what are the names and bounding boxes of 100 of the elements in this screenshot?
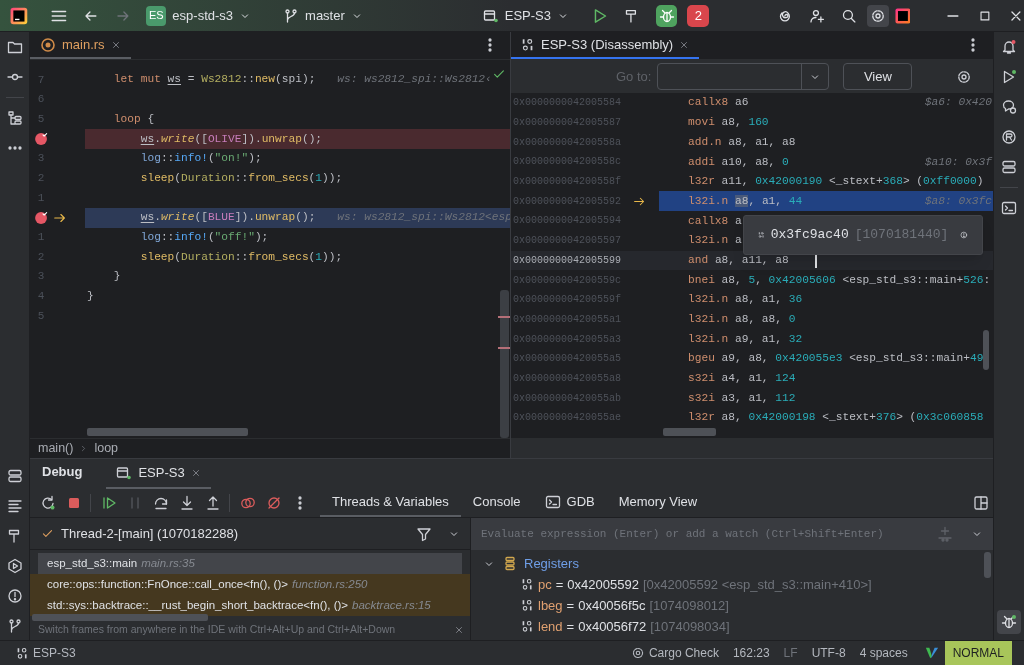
breadcrumb[interactable]: main() xyxy=(38,439,74,458)
disassembly-row[interactable]: 0x000000004200559c bnei a8, 5, 0x42005606 <esp_std_s3::main+526: xyxy=(511,270,993,290)
tree-node[interactable]: Registers xyxy=(524,553,579,574)
stack-frame[interactable]: esp_std_s3::main main.rs:35 xyxy=(38,553,462,574)
run-icon[interactable] xyxy=(6,558,23,574)
breakpoint-icon[interactable] xyxy=(33,210,49,226)
binary-icon xyxy=(521,620,534,633)
debug-window-button[interactable] xyxy=(997,610,1021,634)
logo-icon xyxy=(924,646,939,660)
tab[interactable]: Console xyxy=(460,489,533,517)
instruction: l32i.n a8, a1, 44 xyxy=(688,193,803,209)
disassembly-row[interactable]: 0x00000000420055a3 l32i.n a9, a1, 32 xyxy=(511,329,993,349)
status-item[interactable]: 4 spaces xyxy=(852,644,915,662)
list-icon[interactable] xyxy=(6,498,23,514)
disassembly-row[interactable]: 0x000000004200558c addi a10, a8, 0 $a10: 0x3f xyxy=(511,152,993,172)
search-icon[interactable] xyxy=(840,7,857,24)
breakpoints-icon[interactable] xyxy=(240,495,256,511)
project-name: esp-std-s3 xyxy=(172,6,234,25)
status-item[interactable]: UTF-8 xyxy=(804,644,853,662)
settings-button[interactable] xyxy=(866,4,889,27)
settings-icon[interactable] xyxy=(956,68,973,85)
add-user-icon[interactable] xyxy=(809,7,825,24)
stack-frame[interactable]: std::sys::backtrace::__rust_begin_short_backtrace<fn(), ()> backtrace.rs:15 xyxy=(30,595,470,616)
circle-r-icon[interactable] xyxy=(1001,129,1017,145)
instruction: l32r a8, 0x42000198 <_stext+376> (0x3c060858 xyxy=(688,410,984,426)
variable-value[interactable]: lend = 0x40056f72 [1074098034] xyxy=(538,616,730,637)
disassembly-row[interactable]: 0x000000004200558f l32r a11, 0x42000190 <_stext+368> (0xff0000) xyxy=(511,171,993,192)
variable-value[interactable]: lbeg = 0x40056f5c [1074098012] xyxy=(538,595,729,616)
editor-tab[interactable]: main.rs xyxy=(30,32,131,59)
scrollbar-thumb[interactable] xyxy=(983,330,989,370)
run-configuration-selector[interactable]: ESP-S3 xyxy=(482,2,570,29)
instruction: callx8 a6 xyxy=(688,95,749,111)
bug-icon xyxy=(658,7,675,24)
step-over-icon[interactable] xyxy=(153,495,169,511)
disassembly-row[interactable]: 0x00000000420055a8 s32i a4, a1, 124 xyxy=(511,368,993,389)
step-into-icon[interactable] xyxy=(179,495,195,511)
run-icon[interactable] xyxy=(1001,69,1017,85)
scrollbar-thumb[interactable] xyxy=(32,614,208,621)
instruction: callx8 a xyxy=(688,213,742,229)
filter-icon[interactable] xyxy=(416,525,432,542)
tab[interactable]: Memory View xyxy=(606,489,710,517)
app-logo-icon[interactable] xyxy=(10,6,28,25)
selected-row[interactable]: l32i.n a8, a1, 44 $a8: 0x3fc xyxy=(659,191,993,212)
disassembly-row[interactable]: 0x000000004200558a add.n a8, a1, a8 xyxy=(511,132,993,153)
session-count-badge[interactable]: 2 xyxy=(687,4,710,27)
scrollbar-thumb[interactable] xyxy=(984,552,991,578)
branch-selector[interactable]: master xyxy=(283,2,363,29)
disassembly-row[interactable]: 0x0000000042005584 callx8 a6 $a6: 0x420 xyxy=(511,93,993,113)
bell-icon[interactable] xyxy=(1001,39,1017,55)
branch-name: master xyxy=(305,6,345,25)
problems-icon[interactable] xyxy=(6,588,23,604)
disassembly-row[interactable]: 0x00000000420055a5 bgeu a9, a8, 0x420055e3 <esp_std_s3::main+49 xyxy=(511,348,993,369)
scrollbar-thumb[interactable] xyxy=(87,428,248,436)
inline-hint: ws: ws2812_spi::Ws2812‹ xyxy=(337,72,492,88)
instruction: s32i a3, a1, 112 xyxy=(688,390,796,406)
instruction: and a8, a11, a8 xyxy=(688,252,789,268)
disassembly-row[interactable]: 0x000000004200559f l32i.n a8, a1, 36 xyxy=(511,289,993,310)
thread-selector[interactable]: Thread-2-[main] (1070182288) xyxy=(61,523,239,544)
layout-icon[interactable] xyxy=(973,495,989,511)
status-item[interactable]: 162:23 xyxy=(725,644,777,662)
breadcrumb[interactable]: loop xyxy=(94,439,119,458)
instruction: bnei a8, 5, 0x42005606 <esp_std_s3::main+526: xyxy=(688,272,991,288)
project-badge: ES xyxy=(146,5,167,26)
branch-icon[interactable] xyxy=(6,618,23,634)
status-item[interactable]: Cargo Check xyxy=(623,644,726,662)
chat-icon[interactable] xyxy=(1001,99,1017,115)
tab[interactable]: GDB xyxy=(532,489,607,517)
goto-label: Go to: xyxy=(616,67,652,86)
disassembly-row[interactable]: 0x00000000420055a1 l32i.n a8, a8, 0 xyxy=(511,309,993,330)
code-line: sleep(Duration::from_secs(1)); xyxy=(139,170,343,186)
rerun-icon[interactable] xyxy=(40,495,56,511)
gear-icon xyxy=(630,646,645,660)
mute-breakpoints-icon[interactable] xyxy=(266,495,282,511)
breakpoint-icon[interactable] xyxy=(33,131,49,147)
services-icon[interactable] xyxy=(6,468,23,484)
session-name[interactable]: ESP-S3 xyxy=(33,644,76,662)
session-tab[interactable]: ESP-S3 xyxy=(106,459,211,489)
view-button[interactable]: View xyxy=(843,63,913,90)
product-logo-icon[interactable] xyxy=(894,7,911,24)
project-selector[interactable]: ES esp-std-s3 xyxy=(144,2,254,29)
address: 0x00000000420055a3 xyxy=(513,332,622,347)
folder-icon[interactable] xyxy=(6,39,23,55)
step-out-icon[interactable] xyxy=(205,495,221,511)
disassembly-row[interactable]: 0x00000000420055ae l32r a8, 0x42000198 <_stext+376> (0x3c060858 xyxy=(511,408,993,428)
structure-icon[interactable] xyxy=(6,110,23,126)
debug-button[interactable] xyxy=(655,4,678,27)
database-icon[interactable] xyxy=(1001,159,1017,175)
stop-icon[interactable] xyxy=(66,495,82,511)
scrollbar-thumb[interactable] xyxy=(663,428,716,436)
terminal-icon[interactable] xyxy=(1001,200,1017,216)
disassembly-row[interactable]: 0x0000000042005587 movi a8, 160 xyxy=(511,112,993,133)
disassembly-row[interactable]: 0x0000000042005592 l32i.n a8, a1, 44 $a8: 0x3fc xyxy=(511,191,993,212)
error-stripe-mark xyxy=(498,316,510,318)
resume-icon[interactable] xyxy=(101,495,117,511)
stack-frame[interactable]: core::ops::function::FnOnce::call_once<fn(), ()> function.rs:250 xyxy=(30,574,470,595)
disassembly-row[interactable]: 0x00000000420055ab s32i a3, a1, 112 xyxy=(511,388,993,408)
instruction: l32i.n a9, a1, 32 xyxy=(688,331,803,347)
variable-value[interactable]: pc = 0x42005592 [0x42005592 <esp_std_s3::main+410>] xyxy=(538,574,872,595)
tab[interactable]: Threads & Variables xyxy=(320,489,461,517)
scrollbar-thumb[interactable] xyxy=(500,290,509,438)
